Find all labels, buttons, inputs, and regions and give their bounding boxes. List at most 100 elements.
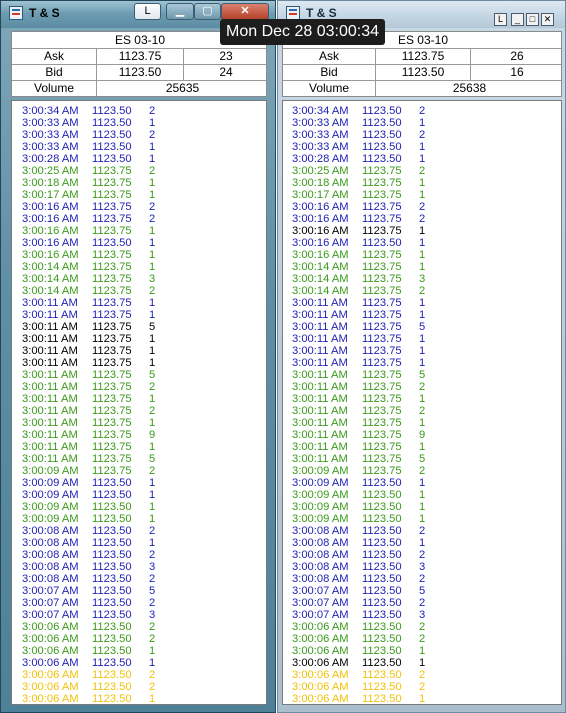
trade-size: 2	[419, 573, 426, 585]
trade-price: 1123.50	[362, 105, 402, 117]
trade-row: 3:00:28 AM 1123.50 1	[283, 153, 561, 165]
trade-size: 1	[149, 237, 156, 249]
trade-row: 3:00:06 AM 1123.50 2	[283, 621, 561, 633]
trade-price: 1123.50	[92, 645, 132, 657]
minimize-icon[interactable]: _	[511, 13, 524, 26]
trade-row: 3:00:11 AM 1123.75 1	[12, 345, 266, 357]
trade-row: 3:00:17 AM 1123.75 1	[12, 189, 266, 201]
bid-label: Bid	[320, 65, 338, 79]
trade-time: 3:00:14 AM	[22, 285, 79, 297]
trade-time: 3:00:11 AM	[292, 393, 348, 405]
trade-time: 3:00:09 AM	[292, 489, 349, 501]
trade-size: 2	[419, 405, 426, 417]
trade-time: 3:00:16 AM	[22, 249, 79, 261]
trade-row: 3:00:33 AM 1123.50 1	[283, 117, 561, 129]
trade-time: 3:00:16 AM	[292, 213, 349, 225]
trade-price: 1123.50	[362, 501, 402, 513]
trade-size: 2	[149, 621, 156, 633]
trade-time: 3:00:25 AM	[292, 165, 349, 177]
maximize-icon[interactable]: □	[526, 13, 539, 26]
app-icon	[286, 6, 300, 20]
trade-price: 1123.50	[362, 549, 402, 561]
trade-price: 1123.75	[92, 177, 132, 189]
trade-time: 3:00:16 AM	[22, 213, 79, 225]
trade-row: 3:00:11 AM 1123.75 1	[283, 345, 561, 357]
link-button[interactable]: L	[494, 13, 507, 26]
trade-size: 2	[419, 621, 426, 633]
trade-list[interactable]: 3:00:34 AM 1123.50 2 3:00:33 AM 1123.50 1 3:00…	[282, 100, 562, 705]
trade-time: 3:00:14 AM	[292, 273, 349, 285]
trade-time: 3:00:11 AM	[22, 333, 78, 345]
trade-price: 1123.75	[92, 321, 132, 333]
trade-row: 3:00:08 AM 1123.50 1	[12, 537, 266, 549]
trade-row: 3:00:33 AM 1123.50 2	[283, 129, 561, 141]
trade-time: 3:00:18 AM	[22, 177, 79, 189]
trade-time: 3:00:14 AM	[292, 261, 349, 273]
trade-price: 1123.50	[92, 537, 132, 549]
volume-label: Volume	[308, 81, 350, 95]
trade-size: 1	[419, 357, 426, 369]
trade-time: 3:00:06 AM	[292, 681, 349, 693]
trade-price: 1123.75	[362, 261, 402, 273]
maximize-icon[interactable]: ▢	[194, 3, 221, 20]
trade-size: 1	[419, 237, 426, 249]
trade-row: 3:00:07 AM 1123.50 2	[12, 597, 266, 609]
trade-price: 1123.75	[362, 297, 402, 309]
trade-time: 3:00:16 AM	[22, 201, 79, 213]
trade-size: 2	[149, 549, 156, 561]
close-icon[interactable]: ✕	[221, 3, 269, 20]
trade-price: 1123.50	[92, 573, 132, 585]
trade-row: 3:00:06 AM 1123.50 2	[283, 633, 561, 645]
trade-price: 1123.75	[362, 177, 402, 189]
trade-price: 1123.50	[362, 129, 402, 141]
trade-row: 3:00:14 AM 1123.75 1	[12, 261, 266, 273]
bid-size: 24	[219, 65, 233, 79]
trade-time: 3:00:06 AM	[22, 657, 79, 669]
trade-time: 3:00:08 AM	[292, 573, 349, 585]
trade-size: 2	[149, 573, 156, 585]
trade-row: 3:00:11 AM 1123.75 1	[283, 357, 561, 369]
trade-price: 1123.75	[362, 453, 402, 465]
trade-price: 1123.50	[92, 129, 132, 141]
trade-row: 3:00:08 AM 1123.50 2	[283, 525, 561, 537]
trade-size: 1	[419, 177, 426, 189]
trade-price: 1123.50	[92, 621, 132, 633]
trade-row: 3:00:11 AM 1123.75 1	[283, 309, 561, 321]
trade-size: 1	[419, 417, 426, 429]
trade-size: 1	[419, 657, 426, 669]
trade-row: 3:00:08 AM 1123.50 2	[12, 573, 266, 585]
trade-time: 3:00:14 AM	[22, 261, 79, 273]
trade-row: 3:00:08 AM 1123.50 3	[12, 561, 266, 573]
trade-price: 1123.50	[362, 153, 402, 165]
trade-size: 1	[419, 513, 426, 525]
trade-list[interactable]: 3:00:34 AM 1123.50 2 3:00:33 AM 1123.50 1 3:00…	[11, 100, 267, 705]
trade-size: 1	[149, 141, 156, 153]
ask-label: Ask	[43, 49, 64, 63]
trade-row: 3:00:33 AM 1123.50 1	[283, 141, 561, 153]
trade-size: 2	[419, 381, 426, 393]
trade-price: 1123.50	[362, 669, 402, 681]
minimize-icon[interactable]: ▁	[166, 3, 194, 20]
trade-price: 1123.75	[362, 273, 402, 285]
trade-time: 3:00:11 AM	[292, 417, 348, 429]
trade-size: 5	[149, 321, 156, 333]
trade-row: 3:00:14 AM 1123.75 2	[283, 285, 561, 297]
trade-row: 3:00:09 AM 1123.50 1	[283, 489, 561, 501]
trade-time: 3:00:11 AM	[22, 405, 78, 417]
trade-size: 2	[419, 465, 426, 477]
trade-row: 3:00:07 AM 1123.50 3	[12, 609, 266, 621]
trade-size: 2	[149, 129, 156, 141]
link-button[interactable]: L	[134, 3, 161, 20]
trade-size: 2	[149, 465, 156, 477]
close-icon[interactable]: ✕	[541, 13, 554, 26]
trade-size: 1	[149, 657, 156, 669]
trade-size: 1	[419, 261, 426, 273]
trade-price: 1123.75	[92, 213, 132, 225]
trade-size: 3	[149, 561, 156, 573]
trade-size: 5	[149, 369, 156, 381]
trade-row: 3:00:14 AM 1123.75 3	[12, 273, 266, 285]
volume-row: Volume 25635	[12, 80, 266, 96]
trade-size: 1	[419, 249, 426, 261]
trade-time: 3:00:08 AM	[292, 561, 349, 573]
trade-row: 3:00:11 AM 1123.75 2	[12, 381, 266, 393]
